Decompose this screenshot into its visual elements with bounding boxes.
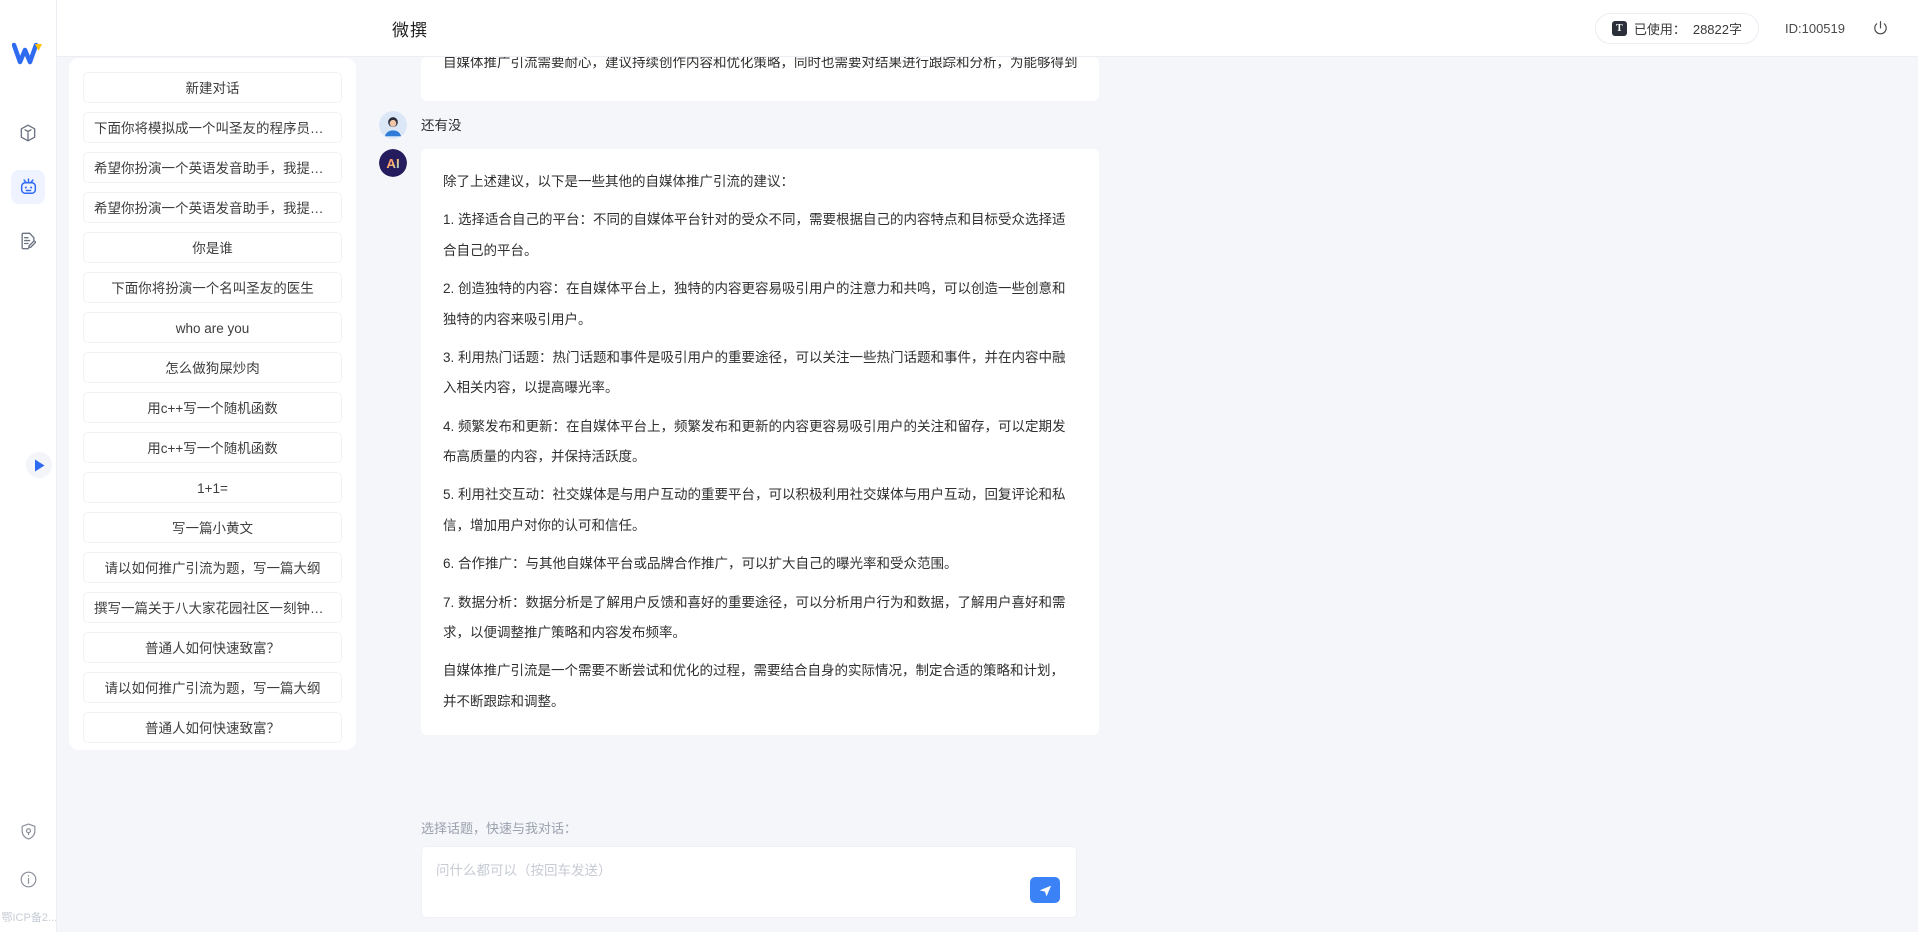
- send-plane-icon: [1039, 885, 1051, 896]
- top-bar-right: T 已使用： 28822字 ID:100519: [1594, 12, 1890, 44]
- icon-rail: 鄂ICP备2...: [0, 0, 57, 932]
- svg-text:AI: AI: [386, 156, 399, 171]
- user-message-text: 还有没: [421, 118, 462, 133]
- power-icon[interactable]: [1871, 19, 1890, 38]
- usage-label: 已使用：: [1633, 21, 1686, 37]
- rail-icon-group: [11, 116, 45, 258]
- list-item[interactable]: 用c++写一个随机函数: [83, 432, 342, 463]
- assistant-paragraph: 自媒体推广引流是一个需要不断尝试和优化的过程，需要结合自身的实际情况，制定合适的…: [443, 663, 1064, 709]
- assistant-paragraph: 7. 数据分析：数据分析是了解用户反馈和喜好的重要途径，可以分析用户行为和数据，…: [443, 594, 1066, 640]
- usage-value: 28822字: [1692, 21, 1742, 37]
- list-item[interactable]: 请以如何推广引流为题，写一篇大纲: [83, 672, 342, 703]
- list-item[interactable]: 希望你扮演一个英语发音助手，我提供给你...: [83, 192, 342, 223]
- robot-icon[interactable]: [11, 170, 45, 204]
- document-edit-icon[interactable]: [11, 224, 45, 258]
- list-item[interactable]: 普通人如何快速致富？: [83, 712, 342, 743]
- chat-scroll[interactable]: 自媒体推广引流需要耐心，建议持续创作内容和优化策略，同时也需要对结果进行跟踪和分…: [368, 57, 1918, 802]
- shield-lock-icon[interactable]: [11, 814, 45, 848]
- chat-area: 自媒体推广引流需要耐心，建议持续创作内容和优化策略，同时也需要对结果进行跟踪和分…: [368, 57, 1918, 932]
- send-button[interactable]: [1030, 877, 1060, 903]
- main-column: 微撰 T 已使用： 28822字 ID:100519 自媒体推广引流需要耐心，建…: [57, 0, 1918, 932]
- new-chat-button[interactable]: 新建对话: [83, 72, 342, 103]
- user-id: ID:100519: [1785, 20, 1845, 36]
- list-item[interactable]: 普通人如何快速致富？: [83, 632, 342, 663]
- top-bar: 微撰 T 已使用： 28822字 ID:100519: [57, 0, 1918, 57]
- list-item[interactable]: 下面你将扮演一个名叫圣友的医生: [83, 272, 342, 303]
- conversation-list: 新建对话 下面你将模拟成一个叫圣友的程序员，我说... 希望你扮演一个英语发音助…: [69, 58, 356, 750]
- conversation-panel: 新建对话 下面你将模拟成一个叫圣友的程序员，我说... 希望你扮演一个英语发音助…: [57, 0, 368, 932]
- icp-record-text[interactable]: 鄂ICP备2...: [0, 910, 57, 926]
- list-item[interactable]: 1+1=: [83, 472, 342, 503]
- assistant-paragraph: 4. 频繁发布和更新：在自媒体平台上，频繁发布和更新的内容更容易吸引用户的关注和…: [443, 418, 1066, 464]
- list-item[interactable]: who are you: [83, 312, 342, 343]
- composer: 选择话题，快速与我对话：: [368, 802, 1918, 932]
- text-badge-icon: T: [1611, 20, 1627, 36]
- composer-label: 选择话题，快速与我对话：: [421, 821, 578, 836]
- expand-sidebar-button[interactable]: [26, 452, 52, 478]
- play-triangle-icon: [34, 459, 44, 471]
- clipped-text: 自媒体推广引流需要耐心，建议持续创作内容和优化策略，同时也需要对结果进行跟踪和分…: [443, 57, 1077, 70]
- app-root: 鄂ICP备2... 新建对话 下面你将模拟成一个叫圣友的程序员，我说... 希望…: [0, 0, 1918, 932]
- assistant-paragraph: 2. 创造独特的内容：在自媒体平台上，独特的内容更容易吸引用户的注意力和共鸣，可…: [443, 281, 1066, 327]
- assistant-message-body: 除了上述建议，以下是一些其他的自媒体推广引流的建议： 1. 选择适合自己的平台：…: [421, 149, 1099, 735]
- list-item[interactable]: 希望你扮演一个英语发音助手，我提供给你...: [83, 152, 342, 183]
- user-message: 还有没: [379, 111, 1099, 139]
- assistant-paragraph: 1. 选择适合自己的平台：不同的自媒体平台针对的受众不同，需要根据自己的内容特点…: [443, 212, 1066, 258]
- message-clipped-above: 自媒体推广引流需要耐心，建议持续创作内容和优化策略，同时也需要对结果进行跟踪和分…: [421, 57, 1099, 101]
- cube-icon[interactable]: [11, 116, 45, 150]
- composer-input-wrapper: [421, 846, 1077, 918]
- message-input[interactable]: [422, 847, 1076, 917]
- assistant-paragraph: 3. 利用热门话题：热门话题和事件是吸引用户的重要途径，可以关注一些热门话题和事…: [443, 349, 1066, 396]
- list-item[interactable]: 怎么做狗屎炒肉: [83, 352, 342, 383]
- assistant-paragraph: 6. 合作推广：与其他自媒体平台或品牌合作推广，可以扩大自己的曝光率和受众范围。: [443, 556, 958, 572]
- list-item[interactable]: 下面你将模拟成一个叫圣友的程序员，我说...: [83, 112, 342, 143]
- list-item[interactable]: 用c++写一个随机函数: [83, 392, 342, 423]
- list-item[interactable]: 写一篇小黄文: [83, 512, 342, 543]
- page-title: 微撰: [392, 20, 428, 40]
- usage-badge[interactable]: T 已使用： 28822字: [1594, 12, 1759, 44]
- list-item[interactable]: 请以如何推广引流为题，写一篇大纲: [83, 552, 342, 583]
- list-item[interactable]: 撰写一篇关于八大家花园社区一刻钟便民生...: [83, 592, 342, 623]
- list-item[interactable]: 你是谁: [83, 232, 342, 263]
- user-avatar: [379, 111, 407, 139]
- assistant-message: AI 除了上述建议，以下是一些其他的自媒体推广引流的建议： 1. 选择适合自己的…: [379, 149, 1099, 735]
- assistant-paragraph: 除了上述建议，以下是一些其他的自媒体推广引流的建议：: [443, 174, 794, 189]
- assistant-paragraph: 5. 利用社交互动：社交媒体是与用户互动的重要平台，可以积极利用社交媒体与用户互…: [443, 487, 1066, 533]
- w-logo: [11, 40, 45, 70]
- rail-bottom-group: 鄂ICP备2...: [0, 814, 57, 932]
- chat-messages: 自媒体推广引流需要耐心，建议持续创作内容和优化策略，同时也需要对结果进行跟踪和分…: [379, 57, 1099, 735]
- ai-avatar: AI: [379, 149, 407, 177]
- info-icon[interactable]: [11, 862, 45, 896]
